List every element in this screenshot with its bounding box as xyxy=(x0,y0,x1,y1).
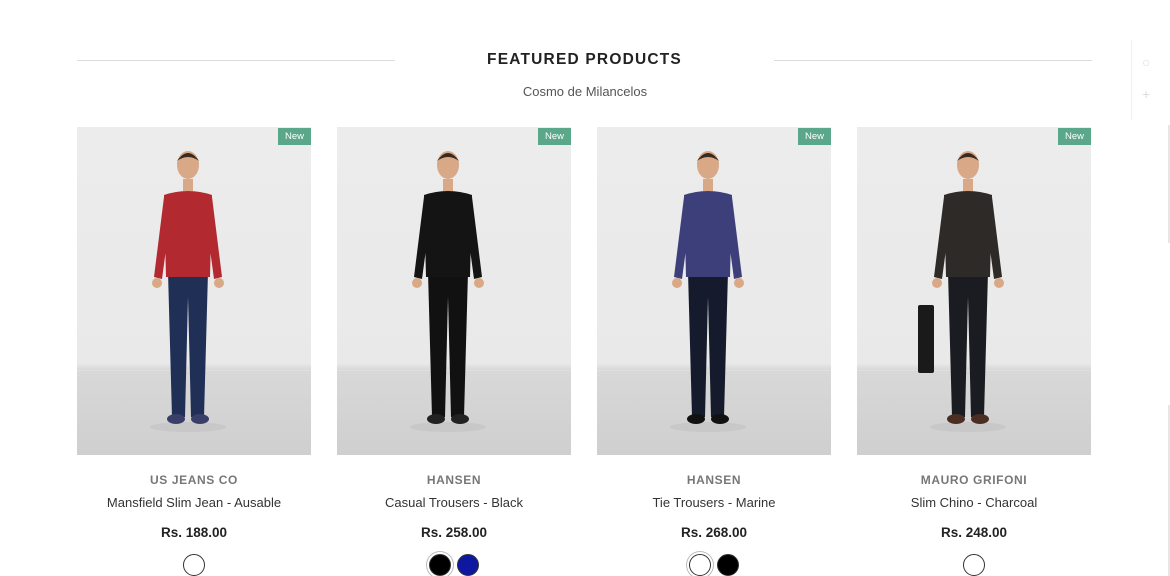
model-hand xyxy=(474,278,484,288)
model-hand xyxy=(152,278,162,288)
model-top xyxy=(944,191,992,277)
model-top xyxy=(424,191,472,277)
model-figure xyxy=(918,151,1006,432)
product-card[interactable]: New HANSEN Tie Trousers - Marine Rs. 268… xyxy=(597,127,831,576)
model-trousers xyxy=(168,272,208,417)
model-neck xyxy=(703,179,713,191)
model-trousers xyxy=(428,272,468,417)
color-swatch[interactable] xyxy=(963,554,985,576)
model-figure xyxy=(670,151,746,432)
color-swatches xyxy=(857,554,1091,576)
floor-shadow xyxy=(410,422,486,432)
model-neck xyxy=(963,179,973,191)
header-divider-left xyxy=(77,59,396,61)
product-brand[interactable]: HANSEN xyxy=(597,473,831,487)
product-image[interactable]: New xyxy=(857,127,1091,455)
new-badge: New xyxy=(277,128,311,145)
product-grid: New US JEANS CO Mansfield Slim Jean - Au… xyxy=(77,127,1091,576)
product-price: Rs. 188.00 xyxy=(160,525,228,540)
model-hand xyxy=(994,278,1004,288)
new-badge: New xyxy=(537,128,571,145)
section-subtitle: Cosmo de Milancelos xyxy=(522,84,648,99)
color-swatch[interactable] xyxy=(429,554,451,576)
model-shoe xyxy=(711,414,729,424)
model-shoe xyxy=(971,414,989,424)
product-image[interactable]: New xyxy=(337,127,571,455)
model-shoe xyxy=(947,414,965,424)
product-brand[interactable]: US JEANS CO xyxy=(77,473,311,487)
side-widget[interactable]: ○ + xyxy=(1131,40,1170,120)
model-top xyxy=(164,191,212,277)
floor-shadow xyxy=(670,422,746,432)
search-icon[interactable]: ○ xyxy=(1142,54,1150,70)
new-badge: New xyxy=(797,128,831,145)
model-shoe xyxy=(451,414,469,424)
product-card[interactable]: New US JEANS CO Mansfield Slim Jean - Au… xyxy=(77,127,311,576)
section-title: FEATURED PRODUCTS xyxy=(487,51,682,68)
model-hand xyxy=(932,278,942,288)
model-neck xyxy=(183,179,193,191)
product-name[interactable]: Slim Chino - Charcoal xyxy=(857,495,1091,510)
product-price: Rs. 248.00 xyxy=(940,525,1008,540)
color-swatch[interactable] xyxy=(183,554,205,576)
floor-shadow xyxy=(150,422,226,432)
model-shoe xyxy=(191,414,209,424)
model-neck xyxy=(443,179,453,191)
product-image[interactable]: New xyxy=(77,127,311,455)
model-shoe xyxy=(687,414,705,424)
product-name[interactable]: Tie Trousers - Marine xyxy=(597,495,831,510)
color-swatches xyxy=(77,554,311,576)
product-card[interactable]: New HANSEN Casual Trousers - Black Rs. 2… xyxy=(337,127,571,576)
product-price: Rs. 258.00 xyxy=(420,525,488,540)
product-price: Rs. 268.00 xyxy=(680,525,748,540)
product-card[interactable]: New MAURO GRIFONI Slim Chino - Charcoal … xyxy=(857,127,1091,576)
model-figure xyxy=(150,151,226,432)
model-trousers xyxy=(688,272,728,417)
product-image[interactable]: New xyxy=(597,127,831,455)
section-header: FEATURED PRODUCTS xyxy=(77,47,1093,73)
color-swatch[interactable] xyxy=(457,554,479,576)
model-shoe xyxy=(427,414,445,424)
product-brand[interactable]: MAURO GRIFONI xyxy=(857,473,1091,487)
product-name[interactable]: Casual Trousers - Black xyxy=(337,495,571,510)
plus-icon[interactable]: + xyxy=(1142,86,1150,102)
product-name[interactable]: Mansfield Slim Jean - Ausable xyxy=(77,495,311,510)
color-swatches xyxy=(337,554,571,576)
model-hand xyxy=(672,278,682,288)
model-bag xyxy=(918,305,934,373)
color-swatches xyxy=(597,554,831,576)
model-trousers xyxy=(948,272,988,417)
header-divider-right xyxy=(773,59,1093,61)
new-badge: New xyxy=(1057,128,1091,145)
model-figure xyxy=(410,151,486,432)
product-brand[interactable]: HANSEN xyxy=(337,473,571,487)
model-shoe xyxy=(167,414,185,424)
model-hand xyxy=(412,278,422,288)
model-top xyxy=(684,191,732,277)
color-swatch[interactable] xyxy=(717,554,739,576)
floor-shadow xyxy=(930,422,1006,432)
model-hand xyxy=(734,278,744,288)
model-hand xyxy=(214,278,224,288)
color-swatch[interactable] xyxy=(689,554,711,576)
